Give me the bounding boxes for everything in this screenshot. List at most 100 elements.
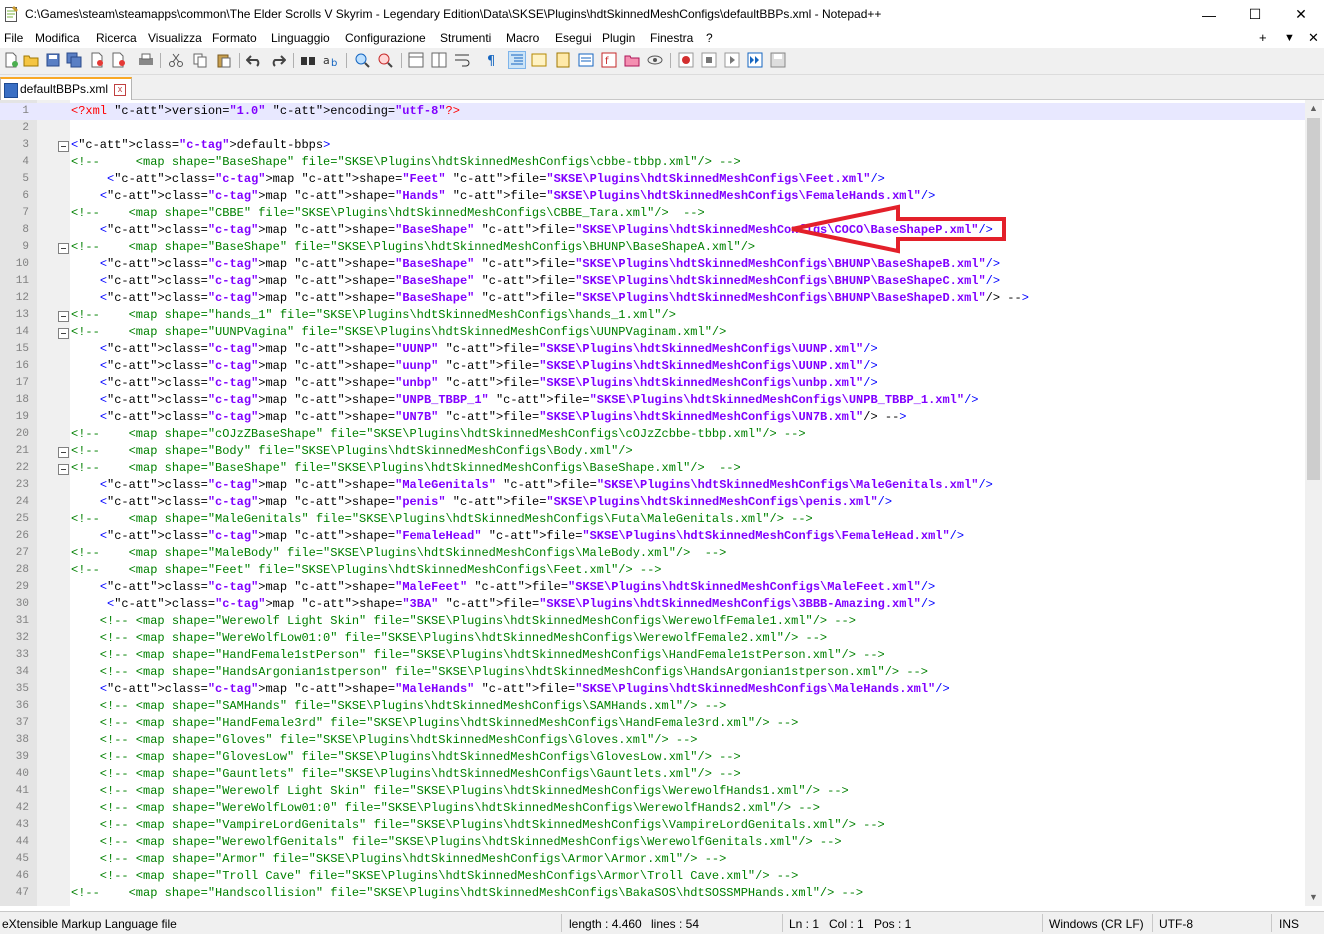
word-wrap-icon[interactable] [454, 52, 470, 68]
sync-horizontal-icon[interactable] [431, 52, 447, 68]
code-line[interactable]: 24 <"c-att">class="c-tag">map "c-att">sh… [0, 494, 1305, 511]
code-line[interactable]: 45 <!-- <map shape="Armor" file="SKSE\Pl… [0, 851, 1305, 868]
doc-list-icon[interactable] [578, 52, 594, 68]
redo-icon[interactable] [270, 52, 286, 68]
code-line[interactable]: 7 <!-- <map shape="CBBE" file="SKSE\Plugi… [0, 205, 1305, 222]
code-line[interactable]: 23 <"c-att">class="c-tag">map "c-att">sh… [0, 477, 1305, 494]
status-mode[interactable]: INS [1279, 917, 1299, 931]
code-line[interactable]: 3 <"c-att">class="c-tag">default-bbps> [0, 137, 1305, 154]
code-line[interactable]: 46 <!-- <map shape="Troll Cave" file="SK… [0, 868, 1305, 885]
code-line[interactable]: 34 <!-- <map shape="HandsArgonian1stpers… [0, 664, 1305, 681]
menu-plugin[interactable]: Plugin [602, 31, 635, 45]
code-line[interactable]: 25 <!-- <map shape="MaleGenitals" file="S… [0, 511, 1305, 528]
code-line[interactable]: 32 <!-- <map shape="WereWolfLow01:0" fil… [0, 630, 1305, 647]
close-document-icon[interactable]: ✕ [1308, 30, 1319, 46]
print-icon[interactable] [138, 52, 154, 68]
code-line[interactable]: 10 <"c-att">class="c-tag">map "c-att">sh… [0, 256, 1305, 273]
code-line[interactable]: 4 <!-- <map shape="BaseShape" file="SKSE\… [0, 154, 1305, 171]
code-line[interactable]: 22 <!-- <map shape="BaseShape" file="SKSE… [0, 460, 1305, 477]
code-line[interactable]: 19 <"c-att">class="c-tag">map "c-att">sh… [0, 409, 1305, 426]
code-line[interactable]: 40 <!-- <map shape="Gauntlets" file="SKS… [0, 766, 1305, 783]
indent-guide-icon[interactable] [508, 51, 526, 69]
macro-save-icon[interactable] [770, 52, 786, 68]
code-line[interactable]: 14 <!-- <map shape="UUNPVagina" file="SKS… [0, 324, 1305, 341]
code-line[interactable]: 11 <"c-att">class="c-tag">map "c-att">sh… [0, 273, 1305, 290]
code-line[interactable]: 35 <"c-att">class="c-tag">map "c-att">sh… [0, 681, 1305, 698]
vertical-scrollbar[interactable]: ▲ ▼ [1305, 100, 1322, 906]
editor[interactable]: 1 <?xml "c-att">version="1.0" "c-att">enc… [0, 100, 1324, 906]
code-line[interactable]: 29 <"c-att">class="c-tag">map "c-att">sh… [0, 579, 1305, 596]
code-line[interactable]: 13 <!-- <map shape="hands_1" file="SKSE\P… [0, 307, 1305, 324]
scroll-down-icon[interactable]: ▼ [1309, 892, 1318, 902]
minimize-button[interactable]: — [1186, 0, 1232, 29]
code-line[interactable]: 27 <!-- <map shape="MaleBody" file="SKSE\… [0, 545, 1305, 562]
code-line[interactable]: 8 <"c-att">class="c-tag">map "c-att">sha… [0, 222, 1305, 239]
code-line[interactable]: 38 <!-- <map shape="Gloves" file="SKSE\P… [0, 732, 1305, 749]
code-line[interactable]: 20 <!-- <map shape="cOJzZBaseShape" file=… [0, 426, 1305, 443]
code-line[interactable]: 30 <"c-att">class="c-tag">map "c-att">sh… [0, 596, 1305, 613]
find-icon[interactable] [300, 52, 316, 68]
menu-configurazione[interactable]: Configurazione [345, 31, 426, 45]
code-line[interactable]: 44 <!-- <map shape="WerewolfGenitals" fi… [0, 834, 1305, 851]
copy-icon[interactable] [192, 52, 208, 68]
menu-finestra[interactable]: Finestra [650, 31, 693, 45]
fold-toggle-icon[interactable] [58, 243, 69, 254]
status-eol[interactable]: Windows (CR LF) [1049, 917, 1144, 931]
status-encoding[interactable]: UTF-8 [1159, 917, 1193, 931]
code-line[interactable]: 12 <"c-att">class="c-tag">map "c-att">sh… [0, 290, 1305, 307]
menu-formato[interactable]: Formato [212, 31, 257, 45]
menu-file[interactable]: File [4, 31, 23, 45]
new-tab-plus-icon[interactable]: + [1259, 30, 1267, 45]
code-line[interactable]: 31 <!-- <map shape="Werewolf Light Skin"… [0, 613, 1305, 630]
code-line[interactable]: 16 <"c-att">class="c-tag">map "c-att">sh… [0, 358, 1305, 375]
zoom-in-icon[interactable] [354, 52, 370, 68]
open-file-icon[interactable] [23, 52, 39, 68]
fold-toggle-icon[interactable] [58, 464, 69, 475]
undo-icon[interactable] [246, 52, 262, 68]
replace-icon[interactable]: ab [323, 52, 339, 68]
fold-toggle-icon[interactable] [58, 447, 69, 458]
scroll-thumb[interactable] [1307, 118, 1320, 480]
fold-toggle-icon[interactable] [58, 141, 69, 152]
function-list-icon[interactable]: f [601, 52, 617, 68]
code-line[interactable]: 36 <!-- <map shape="SAMHands" file="SKSE… [0, 698, 1305, 715]
close-file-icon[interactable] [89, 52, 105, 68]
close-all-icon[interactable] [111, 52, 127, 68]
macro-record-icon[interactable] [678, 52, 694, 68]
doc-map-icon[interactable] [555, 52, 571, 68]
code-line[interactable]: 1 <?xml "c-att">version="1.0" "c-att">enc… [0, 103, 1305, 120]
code-line[interactable]: 6 <"c-att">class="c-tag">map "c-att">sha… [0, 188, 1305, 205]
macro-play-icon[interactable] [724, 52, 740, 68]
code-line[interactable]: 33 <!-- <map shape="HandFemale1stPerson"… [0, 647, 1305, 664]
fold-toggle-icon[interactable] [58, 328, 69, 339]
macro-run-multiple-icon[interactable] [747, 52, 763, 68]
code-line[interactable]: 28 <!-- <map shape="Feet" file="SKSE\Plug… [0, 562, 1305, 579]
code-line[interactable]: 43 <!-- <map shape="VampireLordGenitals"… [0, 817, 1305, 834]
folder-workspace-icon[interactable] [624, 52, 640, 68]
close-window-button[interactable]: ✕ [1278, 0, 1324, 29]
menu-esegui[interactable]: Esegui [555, 31, 592, 45]
menu-modifica[interactable]: Modifica [35, 31, 80, 45]
code-line[interactable]: 37 <!-- <map shape="HandFemale3rd" file=… [0, 715, 1305, 732]
tab-list-dropdown-icon[interactable]: ▼ [1284, 32, 1295, 44]
code-line[interactable]: 47 <!-- <map shape="Handscollision" file=… [0, 885, 1305, 902]
zoom-out-icon[interactable] [377, 52, 393, 68]
menu-help[interactable]: ? [706, 31, 713, 45]
menu-visualizza[interactable]: Visualizza [148, 31, 202, 45]
fold-toggle-icon[interactable] [58, 311, 69, 322]
maximize-button[interactable]: ☐ [1232, 0, 1278, 29]
code-line[interactable]: 26 <"c-att">class="c-tag">map "c-att">sh… [0, 528, 1305, 545]
code-line[interactable]: 41 <!-- <map shape="Werewolf Light Skin"… [0, 783, 1305, 800]
code-line[interactable]: 9 <!-- <map shape="BaseShape" file="SKSE\… [0, 239, 1305, 256]
scroll-up-icon[interactable]: ▲ [1309, 103, 1318, 113]
cut-icon[interactable] [168, 52, 184, 68]
save-all-icon[interactable] [66, 52, 82, 68]
code-line[interactable]: 17 <"c-att">class="c-tag">map "c-att">sh… [0, 375, 1305, 392]
code-line[interactable]: 21 <!-- <map shape="Body" file="SKSE\Plug… [0, 443, 1305, 460]
udl-icon[interactable] [531, 52, 547, 68]
show-all-chars-icon[interactable]: ¶ [484, 52, 500, 68]
tab-close-icon[interactable]: x [114, 84, 126, 96]
code-line[interactable]: 2 [0, 120, 1305, 137]
code-line[interactable]: 18 <"c-att">class="c-tag">map "c-att">sh… [0, 392, 1305, 409]
macro-stop-icon[interactable] [701, 52, 717, 68]
